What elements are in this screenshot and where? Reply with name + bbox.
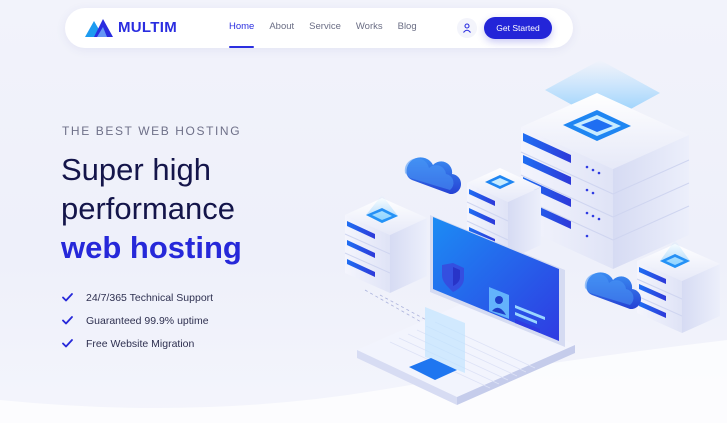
feature-text: Free Website Migration: [86, 337, 195, 350]
feature-list: 24/7/365 Technical Support Guaranteed 99…: [62, 286, 213, 355]
feature-text: Guaranteed 99.9% uptime: [86, 314, 209, 327]
user-icon: [463, 23, 471, 33]
feature-item: Guaranteed 99.9% uptime: [62, 309, 213, 332]
navbar: MULTIM Home About Service Works Blog Get…: [65, 8, 573, 48]
headline-line-2: performance: [61, 191, 236, 226]
cloud-icon: [584, 272, 642, 310]
nav-link-blog[interactable]: Blog: [398, 8, 417, 48]
check-icon: [62, 293, 73, 302]
feature-item: Free Website Migration: [62, 332, 213, 355]
nav-link-service[interactable]: Service: [309, 8, 341, 48]
logo-mountain-icon: [85, 19, 113, 37]
server-stack-right: [636, 240, 720, 333]
brand-name: MULTIM: [118, 18, 178, 36]
headline-line-1: Super high: [61, 152, 211, 187]
server-tower-main: [520, 60, 690, 269]
headline-accent: web hosting: [61, 230, 242, 265]
feature-text: 24/7/365 Technical Support: [86, 291, 214, 304]
check-icon: [62, 316, 73, 325]
server-stack-left: [344, 195, 427, 293]
nav-links: Home About Service Works Blog: [229, 8, 432, 48]
nav-link-works[interactable]: Works: [356, 8, 383, 48]
nav-link-home[interactable]: Home: [229, 8, 255, 48]
brand-logo[interactable]: MULTIM: [85, 17, 177, 37]
hero-eyebrow: THE BEST WEB HOSTING: [62, 124, 242, 138]
get-started-button[interactable]: Get Started: [484, 17, 552, 39]
cloud-icon: [404, 157, 462, 195]
feature-item: 24/7/365 Technical Support: [62, 286, 213, 309]
nav-link-about[interactable]: About: [269, 8, 294, 48]
user-account-button[interactable]: [457, 18, 477, 38]
check-icon: [62, 339, 73, 348]
hosting-illustration: [344, 60, 720, 405]
hero-headline: Super high performance web hosting: [61, 150, 242, 267]
